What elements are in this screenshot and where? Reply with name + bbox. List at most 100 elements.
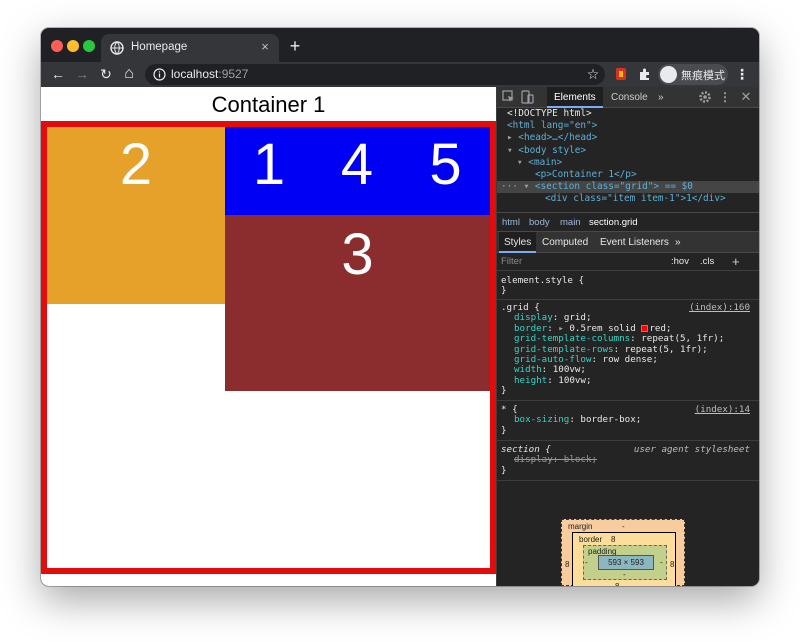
tab-computed[interactable]: Computed — [537, 232, 593, 253]
url-host: localhost — [171, 67, 219, 81]
back-button[interactable]: ← — [49, 65, 67, 83]
css-property[interactable]: box-sizing: border-box; — [497, 414, 759, 426]
collapse-triangle-icon[interactable]: ▾ — [517, 157, 528, 168]
styles-filter-input[interactable]: Filter — [501, 253, 661, 270]
dom-node-html[interactable]: <html lang="en"> — [497, 120, 759, 132]
hover-state-toggle[interactable]: :hov — [671, 253, 689, 271]
rule-selector[interactable]: * { — [501, 404, 518, 415]
dom-node-div-item-1[interactable]: <div class="item item-1">1</div> — [497, 193, 759, 205]
dom-text: <div class="item item-1">1</div> — [545, 193, 726, 205]
rule-section-user-agent: section { user agent stylesheet display: … — [497, 443, 759, 481]
tab-homepage[interactable]: Homepage × — [101, 34, 279, 62]
info-icon[interactable] — [153, 68, 166, 81]
extensions-puzzle-icon[interactable] — [637, 66, 653, 82]
more-tabs-button[interactable]: » — [651, 87, 671, 108]
breadcrumb-body[interactable]: body — [529, 213, 550, 232]
expand-triangle-icon[interactable]: ▸ — [558, 323, 564, 334]
rule-close: } — [501, 385, 507, 397]
rule-universal: * {(index):14 box-sizing: border-box; } — [497, 403, 759, 441]
bookmark-star-icon[interactable]: ☆ — [584, 65, 602, 83]
rule-selector: section { — [501, 444, 551, 455]
dom-node-body[interactable]: ▾ <body style> — [497, 145, 759, 157]
close-devtools-icon[interactable]: ✕ — [738, 89, 754, 105]
more-dots-icon[interactable]: ··· — [501, 181, 524, 192]
box-model-padding-left[interactable]: - — [585, 558, 588, 567]
collapse-triangle-icon[interactable]: ▾ — [507, 145, 518, 156]
box-model-border-label: border — [579, 535, 603, 544]
css-property-overridden: display: block; — [497, 455, 759, 465]
device-toolbar-icon[interactable] — [519, 89, 535, 105]
tab-elements[interactable]: Elements — [547, 87, 603, 108]
prop-value: red; — [649, 322, 672, 334]
rule-source-link[interactable]: (index):160 — [689, 302, 750, 313]
prop-overridden: display: block; — [514, 454, 597, 466]
close-window-button[interactable] — [51, 40, 63, 52]
box-model-content-size[interactable]: 593 × 593 — [598, 555, 654, 570]
rule-source-label: user agent stylesheet — [633, 444, 750, 455]
dom-text: <main> — [528, 156, 563, 168]
prop-value: border-box; — [580, 414, 642, 426]
rule-grid: .grid {(index):160 display: grid; border… — [497, 301, 759, 401]
rule-element-style: element.style { } — [497, 274, 759, 300]
incognito-avatar-icon — [660, 66, 677, 83]
color-swatch[interactable] — [641, 324, 649, 332]
dom-node-doctype[interactable]: <!DOCTYPE html> — [497, 108, 759, 120]
new-tab-button[interactable]: + — [285, 37, 305, 57]
address-bar[interactable]: localhost:9527 — [145, 64, 605, 85]
new-rule-button[interactable]: + — [732, 253, 740, 271]
breadcrumb-main[interactable]: main — [560, 213, 581, 232]
css-property[interactable]: height: 100vw; — [497, 374, 759, 386]
prop-name: grid-template-columns — [514, 333, 631, 345]
prop-name: display — [514, 312, 553, 324]
box-model-border-bottom[interactable]: 8 — [615, 582, 619, 586]
grid-item-1: 1 — [225, 127, 313, 215]
breadcrumb-html[interactable]: html — [502, 213, 520, 232]
tab-console[interactable]: Console — [604, 87, 655, 108]
dom-node-head[interactable]: ▸ <head>…</head> — [497, 132, 759, 144]
box-model-border-left[interactable]: 8 — [565, 560, 569, 569]
devtools-toolbar: Elements Console » ⋮ ✕ — [497, 87, 759, 108]
collapse-triangle-icon[interactable]: ▾ — [524, 181, 535, 192]
maximize-window-button[interactable] — [83, 40, 95, 52]
grid-section: 2 1 4 5 3 — [41, 121, 496, 574]
inspect-element-icon[interactable] — [501, 89, 517, 105]
grid-item-2: 2 — [47, 127, 225, 304]
dom-node-p[interactable]: <p>Container 1</p> — [497, 169, 759, 181]
box-model-padding-bottom[interactable]: - — [623, 570, 626, 579]
minimize-window-button[interactable] — [67, 40, 79, 52]
dom-text: <!DOCTYPE html> — [507, 108, 592, 119]
box-model-padding-right[interactable]: - — [660, 558, 663, 567]
rule-selector[interactable]: element.style { — [497, 275, 759, 286]
box-model-margin-value[interactable]: - — [622, 522, 625, 531]
tab-event-listeners[interactable]: Event Listeners — [595, 232, 674, 253]
expand-triangle-icon[interactable]: ▸ — [507, 132, 518, 143]
class-toggle[interactable]: .cls — [700, 253, 714, 271]
tab-title: Homepage — [131, 41, 188, 53]
dom-text: <section class="grid"> == $0 — [534, 181, 693, 193]
home-button[interactable]: ⌂ — [120, 65, 138, 83]
globe-icon — [110, 41, 124, 55]
browser-menu-icon[interactable]: ⋮ — [735, 65, 749, 83]
reload-button[interactable]: ↻ — [97, 65, 115, 83]
incognito-profile-button[interactable]: 無痕模式 — [658, 64, 728, 85]
styles-tabbar: Styles Computed Event Listeners » — [497, 232, 759, 253]
prop-name: height — [514, 374, 548, 386]
tab-styles[interactable]: Styles — [499, 232, 537, 253]
settings-gear-icon[interactable] — [697, 89, 713, 105]
rule-selector[interactable]: .grid { — [501, 302, 540, 313]
dom-node-main[interactable]: ▾ <main> — [497, 157, 759, 169]
devtools-menu-icon[interactable]: ⋮ — [717, 89, 733, 105]
more-panels-button[interactable]: » — [670, 232, 686, 253]
breadcrumb-section-grid[interactable]: section.grid — [589, 213, 638, 232]
forward-button[interactable]: → — [73, 65, 91, 83]
extension-badge-icon[interactable] — [613, 66, 629, 82]
box-model-border-top[interactable]: 8 — [611, 535, 615, 544]
rule-source-link[interactable]: (index):14 — [695, 404, 750, 415]
profile-label: 無痕模式 — [681, 70, 725, 82]
tab-close-icon[interactable]: × — [257, 39, 273, 55]
prop-value: repeat(5, 1fr); — [624, 343, 708, 355]
dom-text: <body style> — [518, 144, 587, 156]
rule-close: } — [501, 464, 507, 476]
box-model-border-right[interactable]: 8 — [670, 560, 674, 569]
dom-node-section-selected[interactable]: ··· ▾ <section class="grid"> == $0 — [497, 181, 759, 194]
